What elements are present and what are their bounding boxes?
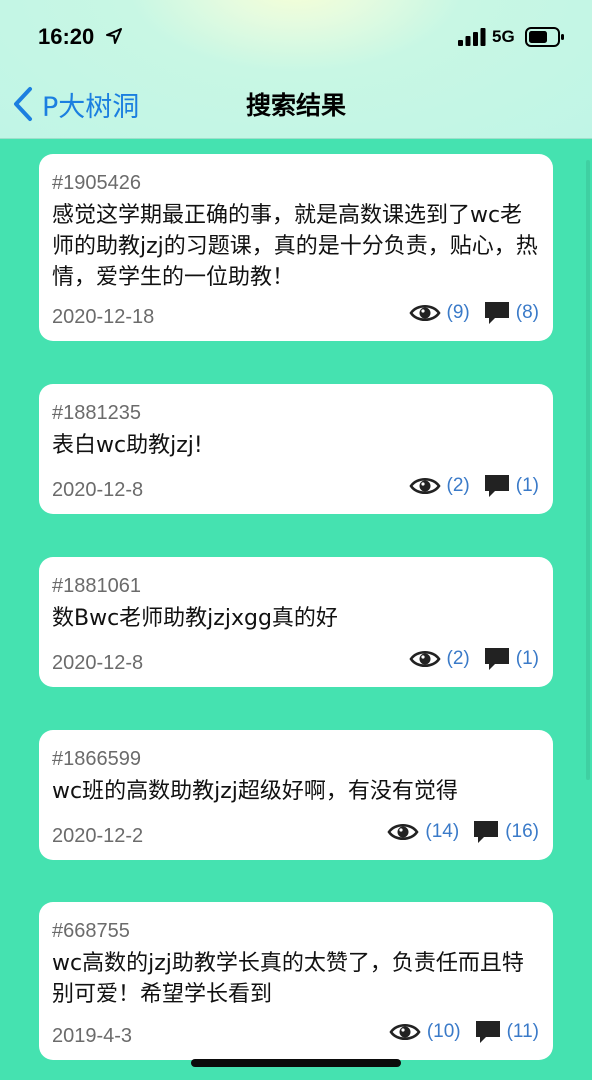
- comments-count: (1): [515, 648, 539, 669]
- home-indicator[interactable]: [191, 1059, 401, 1067]
- post-date: 2019-4-3: [52, 1025, 133, 1047]
- back-button[interactable]: P大树洞: [12, 84, 139, 124]
- eye-icon: [387, 823, 419, 841]
- views-count: (10): [426, 1021, 461, 1042]
- post-card[interactable]: #668755 wc高数的jzj助教学长真的太赞了，负责任而且特别可爱！希望学长…: [39, 902, 553, 1060]
- views-stat[interactable]: (14): [387, 821, 459, 843]
- comment-bubble-icon: [484, 475, 509, 497]
- post-id: #1881235: [52, 402, 141, 424]
- post-text: 数Bwc老师助教jzjxgg真的好: [52, 606, 338, 631]
- post-text: 表白wc助教jzj!: [52, 433, 203, 458]
- comment-bubble-icon: [474, 821, 499, 843]
- post-stats: (10) (11): [389, 1019, 539, 1045]
- post-id: #1905426: [52, 172, 141, 194]
- comments-stat[interactable]: (8): [484, 300, 539, 326]
- eye-icon: [408, 477, 441, 495]
- network-type: 5G: [492, 27, 515, 46]
- post-text: wc高数的jzj助教学长真的太赞了，负责任而且特别可爱！希望学长看到: [52, 951, 524, 1007]
- eye-icon: [408, 650, 441, 668]
- status-time: 16:20: [38, 24, 95, 49]
- eye-icon: [389, 1023, 421, 1041]
- comment-bubble-icon: [475, 1021, 500, 1043]
- back-label: P大树洞: [42, 91, 140, 123]
- views-count: (2): [446, 648, 470, 669]
- post-id: #1866599: [52, 748, 141, 770]
- comments-stat[interactable]: (11): [475, 1019, 539, 1045]
- post-stats: (9) (8): [408, 300, 539, 326]
- comment-bubble-icon: [484, 302, 509, 324]
- views-count: (14): [425, 821, 460, 842]
- views-count: (2): [446, 475, 470, 496]
- battery-icon: [525, 27, 564, 47]
- eye-icon: [408, 304, 441, 322]
- location-arrow-icon: [106, 28, 122, 44]
- post-text: 感觉这学期最正确的事，就是高数课选到了wc老师的助教jzj的习题课，真的是十分负…: [52, 203, 538, 290]
- post-date: 2020-12-8: [52, 479, 144, 501]
- post-id: #1881061: [52, 575, 141, 597]
- views-stat[interactable]: (2): [408, 648, 470, 670]
- post-date: 2020-12-18: [52, 306, 155, 328]
- post-card[interactable]: #1905426 感觉这学期最正确的事，就是高数课选到了wc老师的助教jzj的习…: [39, 154, 553, 341]
- comments-count: (1): [515, 475, 539, 496]
- scrollbar[interactable]: [586, 160, 590, 780]
- post-stats: (2) (1): [408, 646, 539, 672]
- signal-bars-icon: [458, 28, 486, 46]
- views-count: (9): [446, 302, 470, 323]
- post-stats: (14) (16): [387, 819, 539, 845]
- views-stat[interactable]: (2): [408, 475, 470, 497]
- comments-stat[interactable]: (1): [484, 473, 539, 499]
- post-card[interactable]: #1881061 数Bwc老师助教jzjxgg真的好 2020-12-8 (2)…: [39, 557, 553, 687]
- navigation-header: 16:20 5G P大树洞 搜索结果: [0, 0, 592, 139]
- post-date: 2020-12-8: [52, 652, 144, 674]
- comments-count: (16): [505, 821, 539, 842]
- post-card[interactable]: #1866599 wc班的高数助教jzj超级好啊，有没有觉得 2020-12-2…: [39, 730, 553, 860]
- views-stat[interactable]: (9): [408, 302, 470, 324]
- views-stat[interactable]: (10): [389, 1021, 461, 1043]
- post-text: wc班的高数助教jzj超级好啊，有没有觉得: [52, 779, 458, 804]
- post-id: #668755: [52, 920, 130, 942]
- comments-count: (8): [515, 302, 539, 323]
- post-card[interactable]: #1881235 表白wc助教jzj! 2020-12-8 (2) (1): [39, 384, 553, 514]
- post-stats: (2) (1): [408, 473, 539, 499]
- comments-stat[interactable]: (1): [484, 646, 539, 672]
- comments-count: (11): [506, 1021, 539, 1042]
- chevron-left-icon: [14, 87, 32, 121]
- comment-bubble-icon: [484, 648, 509, 670]
- comments-stat[interactable]: (16): [473, 819, 539, 845]
- post-date: 2020-12-2: [52, 825, 144, 847]
